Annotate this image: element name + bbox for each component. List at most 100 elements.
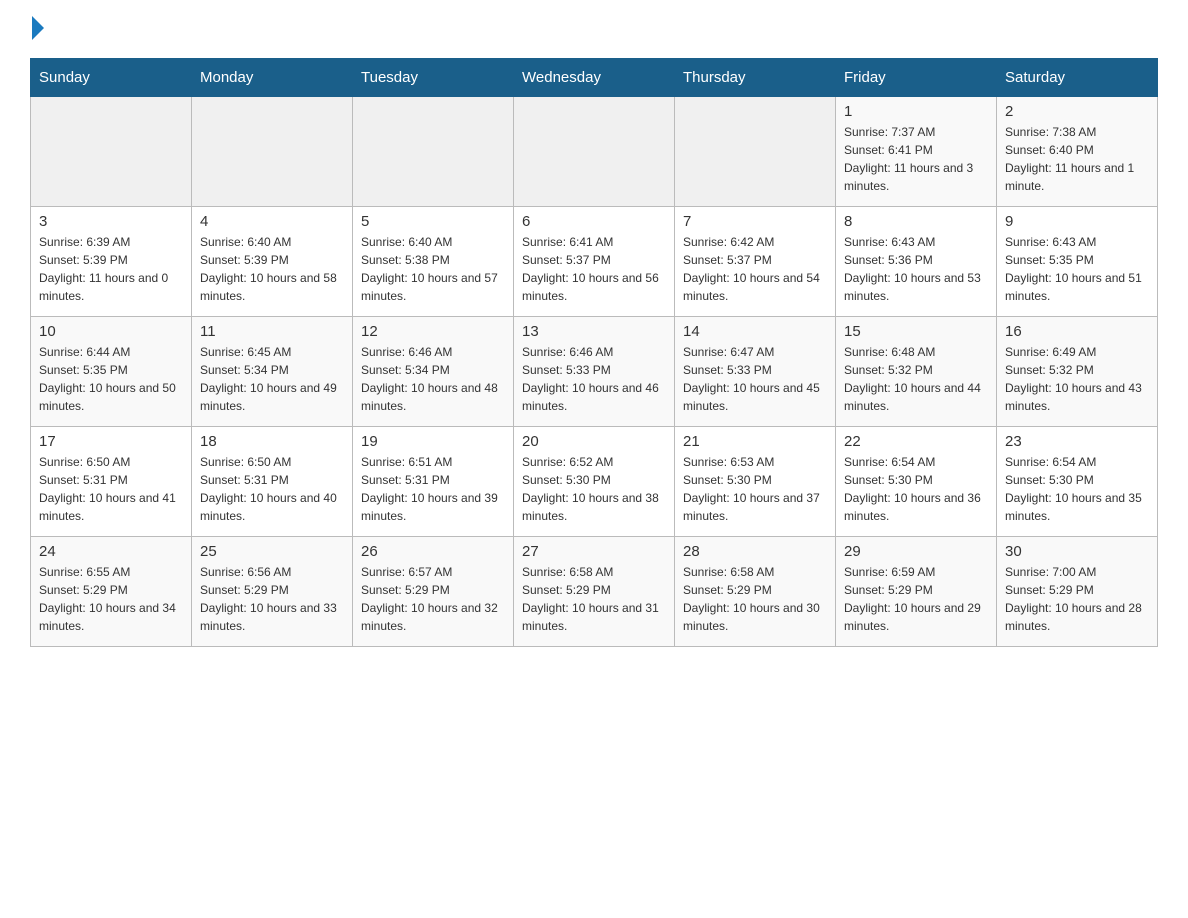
header-day-sunday: Sunday <box>31 59 192 97</box>
week-row-5: 24 Sunrise: 6:55 AMSunset: 5:29 PMDayligh… <box>31 537 1158 647</box>
day-number: 18 <box>200 433 344 450</box>
day-number: 6 <box>522 213 666 230</box>
day-info: Sunrise: 6:50 AMSunset: 5:31 PMDaylight:… <box>200 453 344 525</box>
day-cell: 20 Sunrise: 6:52 AMSunset: 5:30 PMDayligh… <box>514 427 675 537</box>
day-cell: 29 Sunrise: 6:59 AMSunset: 5:29 PMDayligh… <box>836 537 997 647</box>
day-info: Sunrise: 6:44 AMSunset: 5:35 PMDaylight:… <box>39 343 183 415</box>
day-number: 14 <box>683 323 827 340</box>
header-row: SundayMondayTuesdayWednesdayThursdayFrid… <box>31 59 1158 97</box>
day-info: Sunrise: 6:54 AMSunset: 5:30 PMDaylight:… <box>844 453 988 525</box>
day-info: Sunrise: 6:40 AMSunset: 5:38 PMDaylight:… <box>361 233 505 305</box>
header-day-wednesday: Wednesday <box>514 59 675 97</box>
day-cell: 12 Sunrise: 6:46 AMSunset: 5:34 PMDayligh… <box>353 317 514 427</box>
day-number: 20 <box>522 433 666 450</box>
day-info: Sunrise: 6:52 AMSunset: 5:30 PMDaylight:… <box>522 453 666 525</box>
header-day-tuesday: Tuesday <box>353 59 514 97</box>
logo <box>30 20 44 40</box>
calendar-body: 1 Sunrise: 7:37 AMSunset: 6:41 PMDaylight… <box>31 97 1158 647</box>
day-info: Sunrise: 7:38 AMSunset: 6:40 PMDaylight:… <box>1005 123 1149 195</box>
day-cell: 28 Sunrise: 6:58 AMSunset: 5:29 PMDayligh… <box>675 537 836 647</box>
day-number: 28 <box>683 543 827 560</box>
day-number: 24 <box>39 543 183 560</box>
day-cell: 6 Sunrise: 6:41 AMSunset: 5:37 PMDaylight… <box>514 207 675 317</box>
day-cell: 14 Sunrise: 6:47 AMSunset: 5:33 PMDayligh… <box>675 317 836 427</box>
day-number: 13 <box>522 323 666 340</box>
day-number: 16 <box>1005 323 1149 340</box>
day-number: 22 <box>844 433 988 450</box>
day-number: 9 <box>1005 213 1149 230</box>
day-info: Sunrise: 6:49 AMSunset: 5:32 PMDaylight:… <box>1005 343 1149 415</box>
day-cell: 21 Sunrise: 6:53 AMSunset: 5:30 PMDayligh… <box>675 427 836 537</box>
day-cell: 1 Sunrise: 7:37 AMSunset: 6:41 PMDaylight… <box>836 97 997 207</box>
day-cell: 15 Sunrise: 6:48 AMSunset: 5:32 PMDayligh… <box>836 317 997 427</box>
day-info: Sunrise: 6:59 AMSunset: 5:29 PMDaylight:… <box>844 563 988 635</box>
day-info: Sunrise: 6:46 AMSunset: 5:34 PMDaylight:… <box>361 343 505 415</box>
week-row-2: 3Sunrise: 6:39 AMSunset: 5:39 PMDaylight… <box>31 207 1158 317</box>
day-cell: 7Sunrise: 6:42 AMSunset: 5:37 PMDaylight… <box>675 207 836 317</box>
day-cell: 26Sunrise: 6:57 AMSunset: 5:29 PMDayligh… <box>353 537 514 647</box>
day-cell: 25 Sunrise: 6:56 AMSunset: 5:29 PMDayligh… <box>192 537 353 647</box>
day-number: 10 <box>39 323 183 340</box>
day-cell: 4 Sunrise: 6:40 AMSunset: 5:39 PMDaylight… <box>192 207 353 317</box>
day-number: 21 <box>683 433 827 450</box>
day-cell: 10 Sunrise: 6:44 AMSunset: 5:35 PMDayligh… <box>31 317 192 427</box>
day-cell: 3Sunrise: 6:39 AMSunset: 5:39 PMDaylight… <box>31 207 192 317</box>
day-number: 4 <box>200 213 344 230</box>
day-cell: 18 Sunrise: 6:50 AMSunset: 5:31 PMDayligh… <box>192 427 353 537</box>
day-number: 12 <box>361 323 505 340</box>
day-cell: 23Sunrise: 6:54 AMSunset: 5:30 PMDayligh… <box>997 427 1158 537</box>
day-info: Sunrise: 6:51 AMSunset: 5:31 PMDaylight:… <box>361 453 505 525</box>
day-info: Sunrise: 6:40 AMSunset: 5:39 PMDaylight:… <box>200 233 344 305</box>
day-cell: 9 Sunrise: 6:43 AMSunset: 5:35 PMDaylight… <box>997 207 1158 317</box>
day-info: Sunrise: 7:37 AMSunset: 6:41 PMDaylight:… <box>844 123 988 195</box>
day-info: Sunrise: 6:50 AMSunset: 5:31 PMDaylight:… <box>39 453 183 525</box>
calendar-table: SundayMondayTuesdayWednesdayThursdayFrid… <box>30 58 1158 647</box>
header-day-saturday: Saturday <box>997 59 1158 97</box>
day-info: Sunrise: 6:43 AMSunset: 5:36 PMDaylight:… <box>844 233 988 305</box>
day-number: 19 <box>361 433 505 450</box>
day-info: Sunrise: 6:43 AMSunset: 5:35 PMDaylight:… <box>1005 233 1149 305</box>
day-info: Sunrise: 6:58 AMSunset: 5:29 PMDaylight:… <box>522 563 666 635</box>
page-header <box>30 20 1158 40</box>
day-cell: 13 Sunrise: 6:46 AMSunset: 5:33 PMDayligh… <box>514 317 675 427</box>
day-number: 3 <box>39 213 183 230</box>
day-number: 15 <box>844 323 988 340</box>
week-row-1: 1 Sunrise: 7:37 AMSunset: 6:41 PMDaylight… <box>31 97 1158 207</box>
day-cell: 30Sunrise: 7:00 AMSunset: 5:29 PMDayligh… <box>997 537 1158 647</box>
day-number: 25 <box>200 543 344 560</box>
header-day-thursday: Thursday <box>675 59 836 97</box>
day-cell: 8 Sunrise: 6:43 AMSunset: 5:36 PMDaylight… <box>836 207 997 317</box>
day-number: 8 <box>844 213 988 230</box>
day-cell <box>514 97 675 207</box>
day-info: Sunrise: 6:55 AMSunset: 5:29 PMDaylight:… <box>39 563 183 635</box>
day-info: Sunrise: 6:48 AMSunset: 5:32 PMDaylight:… <box>844 343 988 415</box>
day-info: Sunrise: 6:41 AMSunset: 5:37 PMDaylight:… <box>522 233 666 305</box>
day-info: Sunrise: 6:56 AMSunset: 5:29 PMDaylight:… <box>200 563 344 635</box>
day-number: 17 <box>39 433 183 450</box>
day-info: Sunrise: 6:53 AMSunset: 5:30 PMDaylight:… <box>683 453 827 525</box>
day-cell <box>675 97 836 207</box>
day-cell <box>353 97 514 207</box>
logo-triangle-icon <box>32 16 44 40</box>
calendar-header: SundayMondayTuesdayWednesdayThursdayFrid… <box>31 59 1158 97</box>
day-number: 5 <box>361 213 505 230</box>
day-info: Sunrise: 6:58 AMSunset: 5:29 PMDaylight:… <box>683 563 827 635</box>
day-cell: 19 Sunrise: 6:51 AMSunset: 5:31 PMDayligh… <box>353 427 514 537</box>
day-cell: 2Sunrise: 7:38 AMSunset: 6:40 PMDaylight… <box>997 97 1158 207</box>
day-info: Sunrise: 6:45 AMSunset: 5:34 PMDaylight:… <box>200 343 344 415</box>
day-number: 11 <box>200 323 344 340</box>
day-cell: 22 Sunrise: 6:54 AMSunset: 5:30 PMDayligh… <box>836 427 997 537</box>
day-info: Sunrise: 7:00 AMSunset: 5:29 PMDaylight:… <box>1005 563 1149 635</box>
day-info: Sunrise: 6:54 AMSunset: 5:30 PMDaylight:… <box>1005 453 1149 525</box>
week-row-3: 10 Sunrise: 6:44 AMSunset: 5:35 PMDayligh… <box>31 317 1158 427</box>
day-info: Sunrise: 6:46 AMSunset: 5:33 PMDaylight:… <box>522 343 666 415</box>
day-info: Sunrise: 6:57 AMSunset: 5:29 PMDaylight:… <box>361 563 505 635</box>
day-number: 1 <box>844 103 988 120</box>
day-cell: 24 Sunrise: 6:55 AMSunset: 5:29 PMDayligh… <box>31 537 192 647</box>
day-info: Sunrise: 6:42 AMSunset: 5:37 PMDaylight:… <box>683 233 827 305</box>
header-day-monday: Monday <box>192 59 353 97</box>
day-cell: 16 Sunrise: 6:49 AMSunset: 5:32 PMDayligh… <box>997 317 1158 427</box>
day-info: Sunrise: 6:47 AMSunset: 5:33 PMDaylight:… <box>683 343 827 415</box>
day-number: 29 <box>844 543 988 560</box>
day-cell: 17 Sunrise: 6:50 AMSunset: 5:31 PMDayligh… <box>31 427 192 537</box>
